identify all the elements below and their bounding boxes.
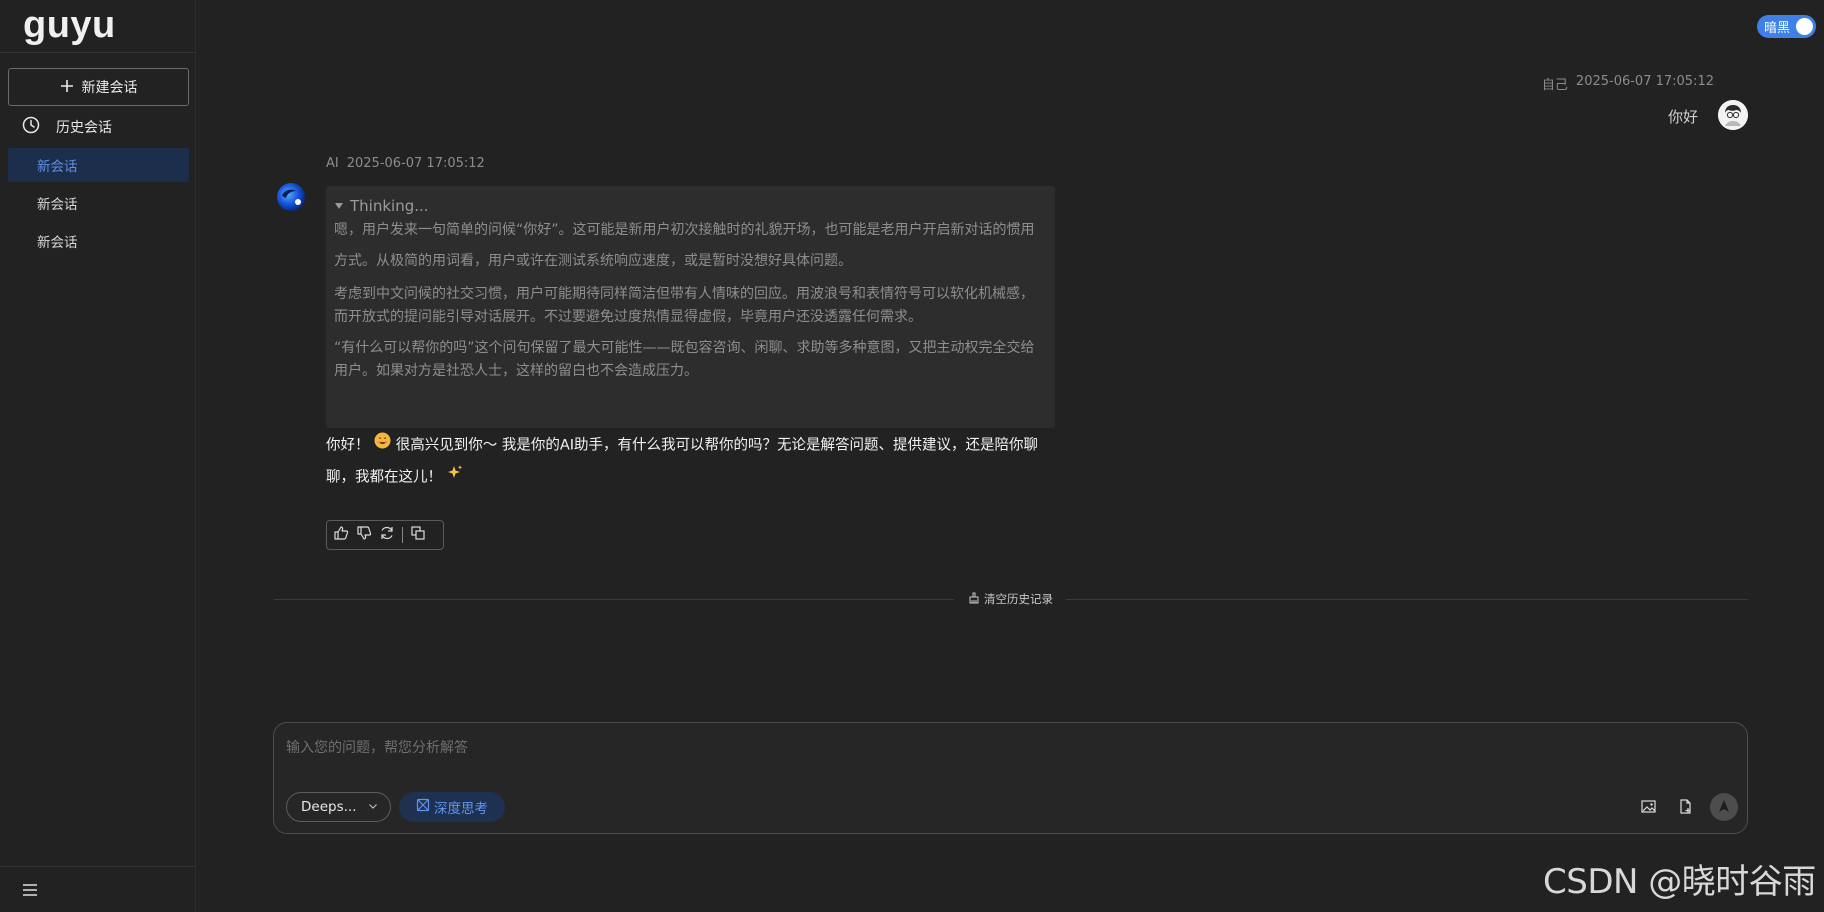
send-arrow-icon xyxy=(1718,798,1730,817)
file-upload-icon[interactable] xyxy=(1678,799,1693,818)
atom-icon xyxy=(416,798,430,816)
triangle-down-icon xyxy=(334,197,344,215)
divider-line xyxy=(1066,599,1748,600)
copy-icon[interactable] xyxy=(410,525,426,545)
thinking-title: Thinking... xyxy=(350,197,429,215)
sidebar: guyu 新建会话 历史会话 新会话 新会话 新会话 xyxy=(0,0,196,912)
user-timestamp: 2025-06-07 17:05:12 xyxy=(1575,74,1714,89)
ai-sender: AI xyxy=(326,156,339,171)
model-select[interactable]: Deeps... xyxy=(286,792,391,822)
model-select-label: Deeps... xyxy=(301,799,357,815)
plus-icon xyxy=(60,76,74,96)
action-separator xyxy=(402,527,403,543)
theme-toggle[interactable]: 暗黑 xyxy=(1757,15,1816,38)
answer-part: 你好！ xyxy=(326,437,370,454)
chat-input-box: Deeps... 深度思考 xyxy=(273,722,1748,834)
history-header: 历史会话 xyxy=(22,116,112,138)
menu-icon[interactable] xyxy=(22,882,38,901)
ai-message-meta: AI 2025-06-07 17:05:12 xyxy=(326,156,485,171)
sparkles-emoji-icon xyxy=(447,462,464,493)
chevron-down-icon xyxy=(368,799,378,815)
conversation-label: 新会话 xyxy=(37,197,78,213)
thinking-paragraph: “有什么可以帮你的吗”这个问句保留了最大可能性——既包容咨询、闲聊、求助等多种意… xyxy=(334,340,1035,379)
logo-divider xyxy=(0,52,196,53)
new-chat-label: 新建会话 xyxy=(81,80,138,96)
ai-avatar xyxy=(276,182,306,212)
thinking-paragraph: 嗯，用户发来一句简单的问候“你好”。这可能是新用户初次接触时的礼貌开场，也可能是… xyxy=(334,222,1035,269)
image-upload-icon[interactable] xyxy=(1641,799,1656,818)
thinking-toggle[interactable]: Thinking... xyxy=(334,197,1047,215)
refresh-icon[interactable] xyxy=(379,525,395,545)
clock-icon xyxy=(22,116,40,138)
message-action-bar xyxy=(326,520,444,550)
thinking-paragraph: 考虑到中文问候的社交习惯，用户可能期待同样简洁但带有人情味的回应。用波浪号和表情… xyxy=(334,286,1034,325)
conversation-label: 新会话 xyxy=(37,235,78,251)
thumbs-down-icon[interactable] xyxy=(356,525,372,545)
toggle-knob xyxy=(1796,18,1813,35)
user-avatar xyxy=(1718,100,1748,130)
history-label: 历史会话 xyxy=(56,120,112,136)
ai-answer-text: 你好！ 很高兴见到你～ 我是你的AI助手，有什么我可以帮你的吗？无论是解答问题、… xyxy=(326,430,1058,493)
watermark: CSDN @晓时谷雨 xyxy=(1543,862,1816,902)
thinking-panel: Thinking... 嗯，用户发来一句简单的问候“你好”。这可能是新用户初次接… xyxy=(326,186,1055,428)
send-button[interactable] xyxy=(1710,793,1738,821)
user-message-text: 你好 xyxy=(1667,108,1698,126)
theme-toggle-label: 暗黑 xyxy=(1764,21,1791,36)
sidebar-conversation-item[interactable]: 新会话 xyxy=(8,224,189,258)
broom-icon xyxy=(968,592,980,607)
sidebar-divider xyxy=(0,866,196,867)
smile-emoji-icon xyxy=(374,430,391,461)
ai-timestamp: 2025-06-07 17:05:12 xyxy=(346,156,485,171)
app-logo: guyu xyxy=(23,4,116,46)
conversation-label: 新会话 xyxy=(37,159,78,175)
sidebar-conversation-item[interactable]: 新会话 xyxy=(8,186,189,220)
user-sender: 自己 xyxy=(1541,78,1568,93)
deep-think-button[interactable]: 深度思考 xyxy=(399,792,505,822)
deep-think-label: 深度思考 xyxy=(434,801,488,817)
thumbs-up-icon[interactable] xyxy=(333,525,349,545)
clear-history-label: 清空历史记录 xyxy=(984,592,1053,606)
clear-history-button[interactable]: 清空历史记录 xyxy=(968,591,1053,607)
chat-input[interactable] xyxy=(286,735,1726,761)
sidebar-conversation-item[interactable]: 新会话 xyxy=(8,148,189,182)
answer-part: 很高兴见到你～ 我是你的AI助手，有什么我可以帮你的吗？无论是解答问题、提供建议… xyxy=(326,437,1039,486)
divider-line xyxy=(274,599,954,600)
user-message-meta: 自己 2025-06-07 17:05:12 xyxy=(1542,74,1714,93)
new-chat-button[interactable]: 新建会话 xyxy=(8,68,189,106)
